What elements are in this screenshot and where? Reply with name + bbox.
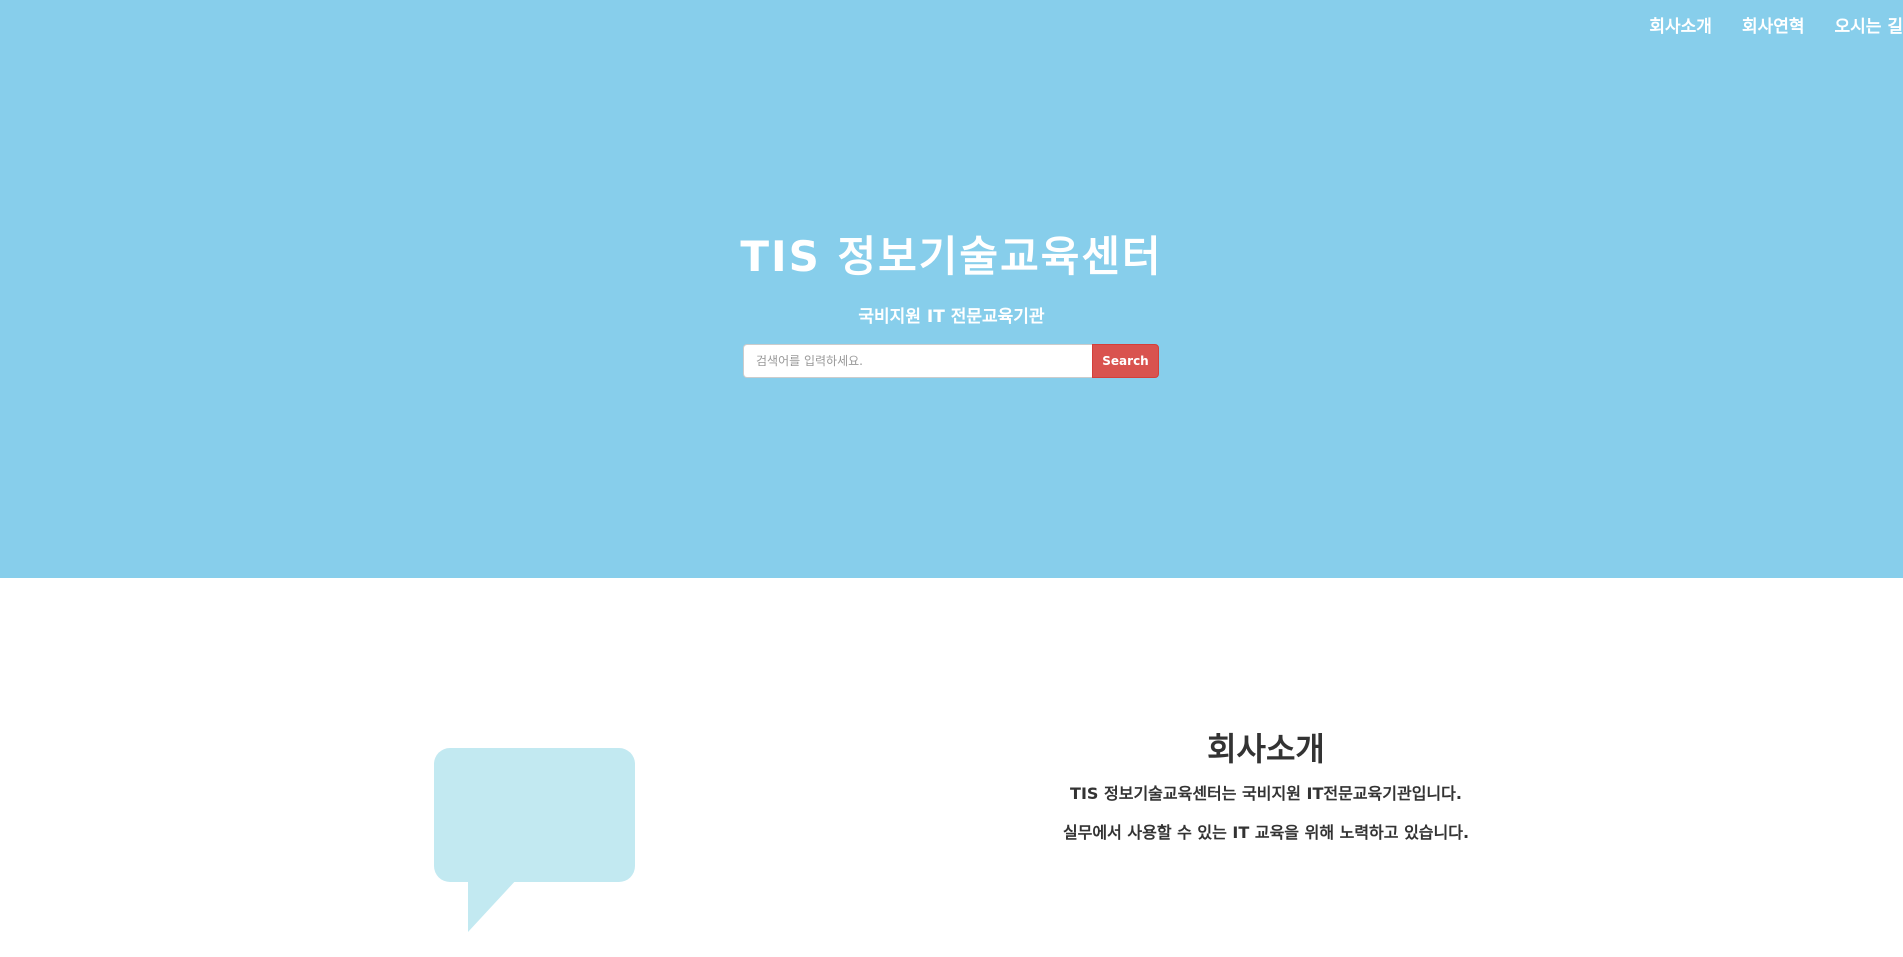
hero-section: 회사소개 회사연혁 오시는 길 TIS 정보기술교육센터 국비지원 IT 전문교… bbox=[0, 0, 1903, 578]
search-form: Search bbox=[743, 344, 1159, 378]
about-description-line1: TIS 정보기술교육센터는 국비지원 IT전문교육기관입니다. bbox=[1070, 784, 1462, 803]
nav-item-history[interactable]: 회사연혁 bbox=[1742, 12, 1805, 37]
search-input[interactable] bbox=[743, 344, 1092, 378]
top-nav: 회사소개 회사연혁 오시는 길 bbox=[1649, 12, 1903, 37]
nav-item-directions[interactable]: 오시는 길 bbox=[1835, 12, 1903, 37]
search-button[interactable]: Search bbox=[1092, 344, 1159, 378]
nav-item-about[interactable]: 회사소개 bbox=[1649, 12, 1712, 37]
hero-title: TIS 정보기술교육센터 bbox=[740, 232, 1163, 281]
hero-subtitle: 국비지원 IT 전문교육기관 bbox=[858, 307, 1045, 327]
about-title: 회사소개 bbox=[1207, 730, 1325, 768]
speech-bubble-icon bbox=[434, 748, 638, 938]
about-description-line2: 실무에서 사용할 수 있는 IT 교육을 위해 노력하고 있습니다. bbox=[1062, 823, 1470, 842]
